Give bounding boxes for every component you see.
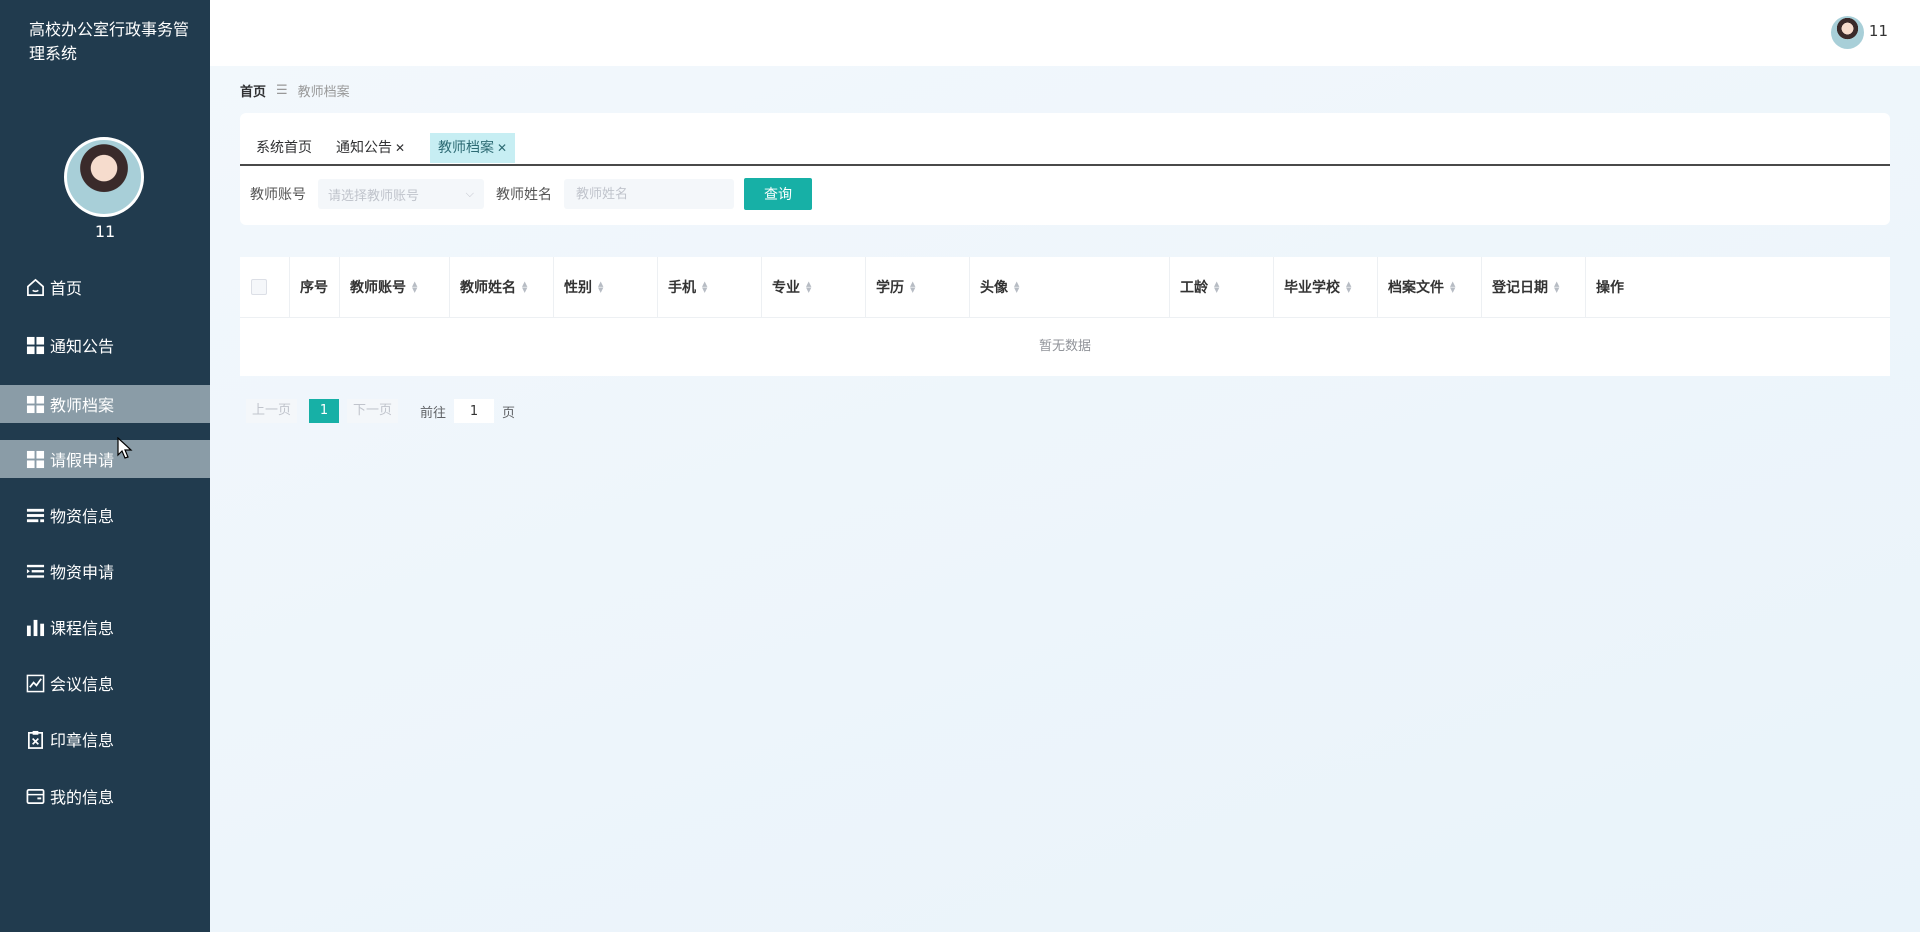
- sort-icon[interactable]: ▲ ▼: [1014, 281, 1019, 294]
- tab-divider: [240, 164, 1890, 166]
- column-header[interactable]: 头像 ▲ ▼: [970, 257, 1170, 317]
- close-icon[interactable]: ✕: [497, 141, 507, 155]
- select-all-cell: [240, 257, 290, 317]
- column-header[interactable]: 学历 ▲ ▼: [866, 257, 970, 317]
- sidebar-item-materials[interactable]: 物资信息: [0, 496, 210, 534]
- sort-icon[interactable]: ▲ ▼: [702, 281, 707, 294]
- list-icon: [25, 505, 45, 525]
- tab-label: 系统首页: [256, 140, 312, 156]
- tab-notices[interactable]: 通知公告 ✕: [328, 133, 413, 163]
- search-panel: 系统首页 通知公告✕ 教师档案✕ 教师账号 请选择教师账号 ⌵ 教师姓名 查询: [240, 113, 1890, 225]
- column-header[interactable]: 性别 ▲ ▼: [554, 257, 658, 317]
- tab-label: 通知公告: [336, 140, 392, 156]
- header-avatar[interactable]: [1831, 16, 1864, 49]
- column-header: 操作: [1596, 280, 1624, 296]
- breadcrumb-separator-icon: ☰: [276, 83, 288, 98]
- header-username[interactable]: 11: [1869, 22, 1888, 40]
- mouse-cursor-icon: [117, 437, 133, 459]
- close-icon[interactable]: ✕: [395, 141, 405, 155]
- sort-icon[interactable]: ▲ ▼: [412, 281, 417, 294]
- home-icon: [25, 277, 45, 297]
- grid-icon: [25, 449, 45, 469]
- system-title: 高校办公室行政事务管理系统: [29, 20, 190, 63]
- sort-icon[interactable]: ▲ ▼: [598, 281, 603, 294]
- sidebar-item-leave-request[interactable]: 请假申请: [0, 440, 210, 478]
- sort-icon[interactable]: ▲ ▼: [1554, 281, 1559, 294]
- sidebar-item-label: 物资信息: [50, 507, 115, 526]
- breadcrumb-current: 教师档案: [297, 85, 350, 100]
- column-header[interactable]: 毕业学校 ▲ ▼: [1274, 257, 1378, 317]
- breadcrumb-home[interactable]: 首页: [240, 81, 266, 100]
- sidebar-item-label: 会议信息: [50, 675, 115, 694]
- query-button[interactable]: 查询: [744, 178, 812, 210]
- column-header[interactable]: 教师账号 ▲ ▼: [340, 257, 450, 317]
- sidebar-item-material-request[interactable]: 物资申请: [0, 552, 210, 590]
- sort-icon[interactable]: ▲ ▼: [522, 281, 527, 294]
- tab-teacher-archives[interactable]: 教师档案 ✕: [430, 133, 516, 163]
- goto-label: 前往: [420, 405, 447, 421]
- sidebar-item-label: 首页: [50, 279, 83, 298]
- sidebar-item-seals[interactable]: 印章信息: [0, 720, 210, 758]
- sidebar-item-label: 教师档案: [50, 396, 115, 415]
- sidebar: 高校办公室行政事务管理系统 11 首页 通知公告 教师档案 请假申请 物资信息 …: [0, 0, 210, 932]
- search-row: 教师账号 请选择教师账号 ⌵ 教师姓名 查询: [250, 178, 812, 210]
- goto-page-input[interactable]: [454, 399, 495, 423]
- account-label: 教师账号: [250, 187, 306, 203]
- sort-icon[interactable]: ▲ ▼: [1214, 281, 1219, 294]
- sort-icon[interactable]: ▲ ▼: [910, 281, 915, 294]
- tab-home[interactable]: 系统首页: [248, 133, 320, 163]
- line-chart-icon: [25, 673, 45, 693]
- tab-label: 教师档案: [438, 140, 494, 156]
- sidebar-username: 11: [94, 222, 116, 241]
- clipboard-icon: [25, 729, 45, 749]
- sidebar-item-my-info[interactable]: 我的信息: [0, 777, 210, 815]
- empty-state: 暂无数据: [1038, 339, 1091, 354]
- grid-icon: [25, 335, 45, 355]
- column-header[interactable]: 档案文件 ▲ ▼: [1378, 257, 1482, 317]
- name-label: 教师姓名: [496, 187, 552, 203]
- tab-bar: 系统首页 通知公告 ✕ 教师档案 ✕: [248, 133, 1882, 165]
- sort-icon[interactable]: ▲ ▼: [1346, 281, 1351, 294]
- teacher-account-select[interactable]: 请选择教师账号 ⌵: [318, 179, 484, 209]
- page-unit: 页: [502, 405, 516, 421]
- sort-icon[interactable]: ▲ ▼: [1450, 281, 1455, 294]
- sidebar-item-home[interactable]: 首页: [0, 268, 210, 306]
- sidebar-item-notices[interactable]: 通知公告: [0, 326, 210, 364]
- top-header: 11: [210, 0, 1920, 66]
- select-all-checkbox[interactable]: [251, 279, 267, 295]
- sidebar-item-label: 通知公告: [50, 337, 115, 356]
- sidebar-item-label: 印章信息: [50, 731, 115, 750]
- table-header: 序号 教师账号 ▲ ▼ 教师姓名 ▲ ▼ 性别 ▲ ▼ 手机 ▲ ▼ 专业 ▲ ▼ 学历 ▲ ▼ 头像 ▲…: [240, 257, 1890, 318]
- sidebar-item-courses[interactable]: 课程信息: [0, 608, 210, 646]
- pagination: 上一页 1 下一页 前往 页: [246, 398, 515, 424]
- column-header[interactable]: 登记日期 ▲ ▼: [1482, 257, 1586, 317]
- wallet-icon: [25, 786, 45, 806]
- sidebar-item-label: 课程信息: [50, 619, 115, 638]
- chevron-down-icon: ⌵: [465, 187, 474, 200]
- column-header[interactable]: 专业 ▲ ▼: [762, 257, 866, 317]
- grid-icon: [25, 394, 45, 414]
- prev-page-button[interactable]: 上一页: [246, 399, 298, 423]
- column-header: 序号: [290, 257, 340, 317]
- column-header[interactable]: 手机 ▲ ▼: [658, 257, 762, 317]
- sort-icon[interactable]: ▲ ▼: [806, 281, 811, 294]
- list-indent-icon: [25, 561, 45, 581]
- sidebar-avatar: [64, 137, 144, 217]
- sidebar-item-label: 我的信息: [50, 788, 115, 807]
- page-number[interactable]: 1: [309, 399, 340, 423]
- teacher-table: 序号 教师账号 ▲ ▼ 教师姓名 ▲ ▼ 性别 ▲ ▼ 手机 ▲ ▼ 专业 ▲ ▼ 学历 ▲ ▼ 头像 ▲…: [240, 257, 1890, 376]
- column-header[interactable]: 教师姓名 ▲ ▼: [450, 257, 554, 317]
- select-placeholder: 请选择教师账号: [328, 188, 420, 204]
- breadcrumb: 首页 ☰ 教师档案: [240, 81, 350, 100]
- column-header[interactable]: 工龄 ▲ ▼: [1170, 257, 1274, 317]
- sidebar-item-label: 物资申请: [50, 563, 115, 582]
- sidebar-item-label: 请假申请: [50, 451, 115, 470]
- next-page-button[interactable]: 下一页: [347, 399, 399, 423]
- sidebar-item-teacher-archives[interactable]: 教师档案: [0, 385, 210, 423]
- teacher-name-input[interactable]: [564, 179, 734, 209]
- sidebar-item-meetings[interactable]: 会议信息: [0, 664, 210, 702]
- bar-chart-icon: [25, 617, 45, 637]
